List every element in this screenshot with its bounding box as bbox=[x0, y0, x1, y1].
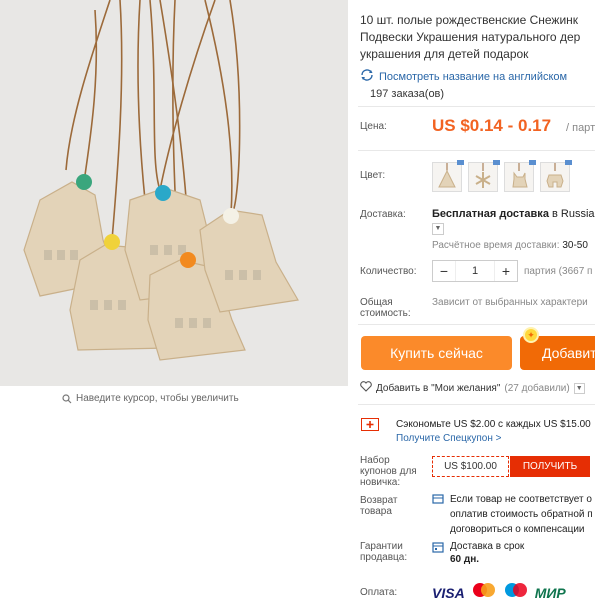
chevron-down-icon[interactable]: ▼ bbox=[573, 382, 585, 394]
shipping-label: Доставка: bbox=[360, 209, 406, 220]
coupon-save-text: Сэкономьте US $2.00 с каждых US $15.00 bbox=[396, 419, 591, 430]
camera-icon bbox=[493, 159, 500, 165]
title-line-3: украшения для детей подарок bbox=[360, 47, 529, 61]
orders-count: 197 заказа(ов) bbox=[370, 88, 445, 100]
payment-methods: VISA МИР bbox=[432, 582, 566, 603]
get-coupon-link[interactable]: Получите Спецкупон > bbox=[396, 433, 502, 444]
wishlist-count: (27 добавили) bbox=[504, 382, 570, 394]
newbie-coupon-label: Набор купонов для новичка: bbox=[360, 455, 417, 488]
shipping-method[interactable]: Бесплатная доставка в Russian bbox=[432, 208, 595, 220]
color-label: Цвет: bbox=[360, 170, 386, 181]
returns-text: Если товар не соответствует о оплатив ст… bbox=[450, 494, 593, 535]
divider bbox=[358, 106, 595, 107]
payment-label: Оплата: bbox=[360, 587, 398, 598]
buy-now-button[interactable]: Купить сейчас bbox=[361, 336, 512, 370]
mir-logo: МИР bbox=[534, 584, 566, 601]
swatch-tree[interactable] bbox=[432, 159, 464, 192]
divider bbox=[358, 324, 595, 325]
wooden-bell-ornaments-image bbox=[0, 0, 348, 386]
get-coupon-button[interactable]: ПОЛУЧИТЬ bbox=[510, 456, 590, 477]
product-title: 10 шт. полые рождественские Снежинк Подв… bbox=[360, 12, 595, 63]
price-unit: / парт bbox=[566, 122, 595, 134]
swatch-deer[interactable] bbox=[504, 159, 536, 192]
tree-ornament-icon bbox=[438, 163, 456, 188]
total-label: Общая стоимость: bbox=[360, 297, 411, 319]
camera-icon bbox=[565, 159, 572, 165]
calendar-icon bbox=[432, 540, 444, 558]
color-swatches bbox=[432, 159, 572, 192]
product-photo[interactable] bbox=[0, 0, 348, 386]
guarantee-label: Гарантии продавца: bbox=[360, 541, 408, 563]
quantity-stepper: − 1 + bbox=[432, 260, 518, 282]
guarantee-text: Доставка в срок bbox=[450, 541, 525, 552]
free-shipping-text: Бесплатная доставка bbox=[432, 208, 549, 220]
cart-badge-icon: ✦ bbox=[523, 327, 539, 343]
magnifier-icon bbox=[62, 393, 72, 404]
returns-label: Возврат товара bbox=[360, 495, 398, 517]
return-box-icon bbox=[432, 492, 444, 510]
translate-link[interactable]: Посмотреть название на английском bbox=[360, 69, 567, 84]
divider bbox=[358, 404, 595, 405]
guarantee-days: 60 дн. bbox=[450, 554, 480, 565]
translate-icon bbox=[360, 69, 374, 84]
title-line-2: Подвески Украшения натурального дер bbox=[360, 30, 581, 44]
reindeer-ornament-icon bbox=[546, 163, 564, 188]
quantity-label: Количество: bbox=[360, 266, 417, 277]
swatch-snowflake[interactable] bbox=[468, 159, 500, 192]
wishlist-link[interactable]: Добавить в "Мои желания" (27 добавили) ▼ bbox=[360, 381, 585, 395]
zoom-hint-text: Наведите курсор, чтобы увеличить bbox=[76, 393, 239, 404]
quantity-plus-button[interactable]: + bbox=[495, 261, 517, 281]
deer-ornament-icon bbox=[512, 163, 528, 188]
title-line-1: 10 шт. полые рождественские Снежинк bbox=[360, 13, 579, 27]
delivery-time-value: 30-50 bbox=[559, 240, 588, 251]
total-note: Зависит от выбранных характери bbox=[432, 297, 588, 308]
maestro-icon bbox=[503, 582, 529, 603]
newbie-coupon-value: US $100.00 bbox=[432, 456, 509, 477]
shipping-chevron-down-icon[interactable]: ▼ bbox=[432, 223, 444, 235]
price-label: Цена: bbox=[360, 121, 387, 132]
coupon-icon bbox=[361, 418, 379, 436]
camera-icon bbox=[529, 159, 536, 165]
price-value: US $0.14 - 0.17 bbox=[432, 116, 552, 135]
wishlist-label: Добавить в "Мои желания" bbox=[376, 382, 501, 394]
product-info: 10 шт. полые рождественские Снежинк Подв… bbox=[348, 0, 595, 604]
mastercard-icon bbox=[471, 582, 497, 603]
delivery-time-label: Расчётное время доставки: bbox=[432, 240, 560, 251]
swatch-reindeer[interactable] bbox=[540, 159, 572, 192]
heart-icon bbox=[360, 381, 372, 395]
shipping-destination: в Russian bbox=[551, 208, 595, 220]
product-gallery: Наведите курсор, чтобы увеличить bbox=[0, 0, 348, 604]
quantity-minus-button[interactable]: − bbox=[433, 261, 455, 281]
quantity-note: партия (3667 п bbox=[524, 266, 593, 277]
divider bbox=[358, 150, 595, 151]
delivery-time: Расчётное время доставки: 30-50 bbox=[432, 240, 588, 251]
visa-logo: VISA bbox=[432, 584, 465, 601]
translate-link-text: Посмотреть название на английском bbox=[379, 70, 568, 83]
snowflake-ornament-icon bbox=[475, 163, 491, 188]
camera-icon bbox=[457, 159, 464, 165]
zoom-hint: Наведите курсор, чтобы увеличить bbox=[62, 393, 239, 404]
quantity-input[interactable]: 1 bbox=[455, 261, 495, 281]
